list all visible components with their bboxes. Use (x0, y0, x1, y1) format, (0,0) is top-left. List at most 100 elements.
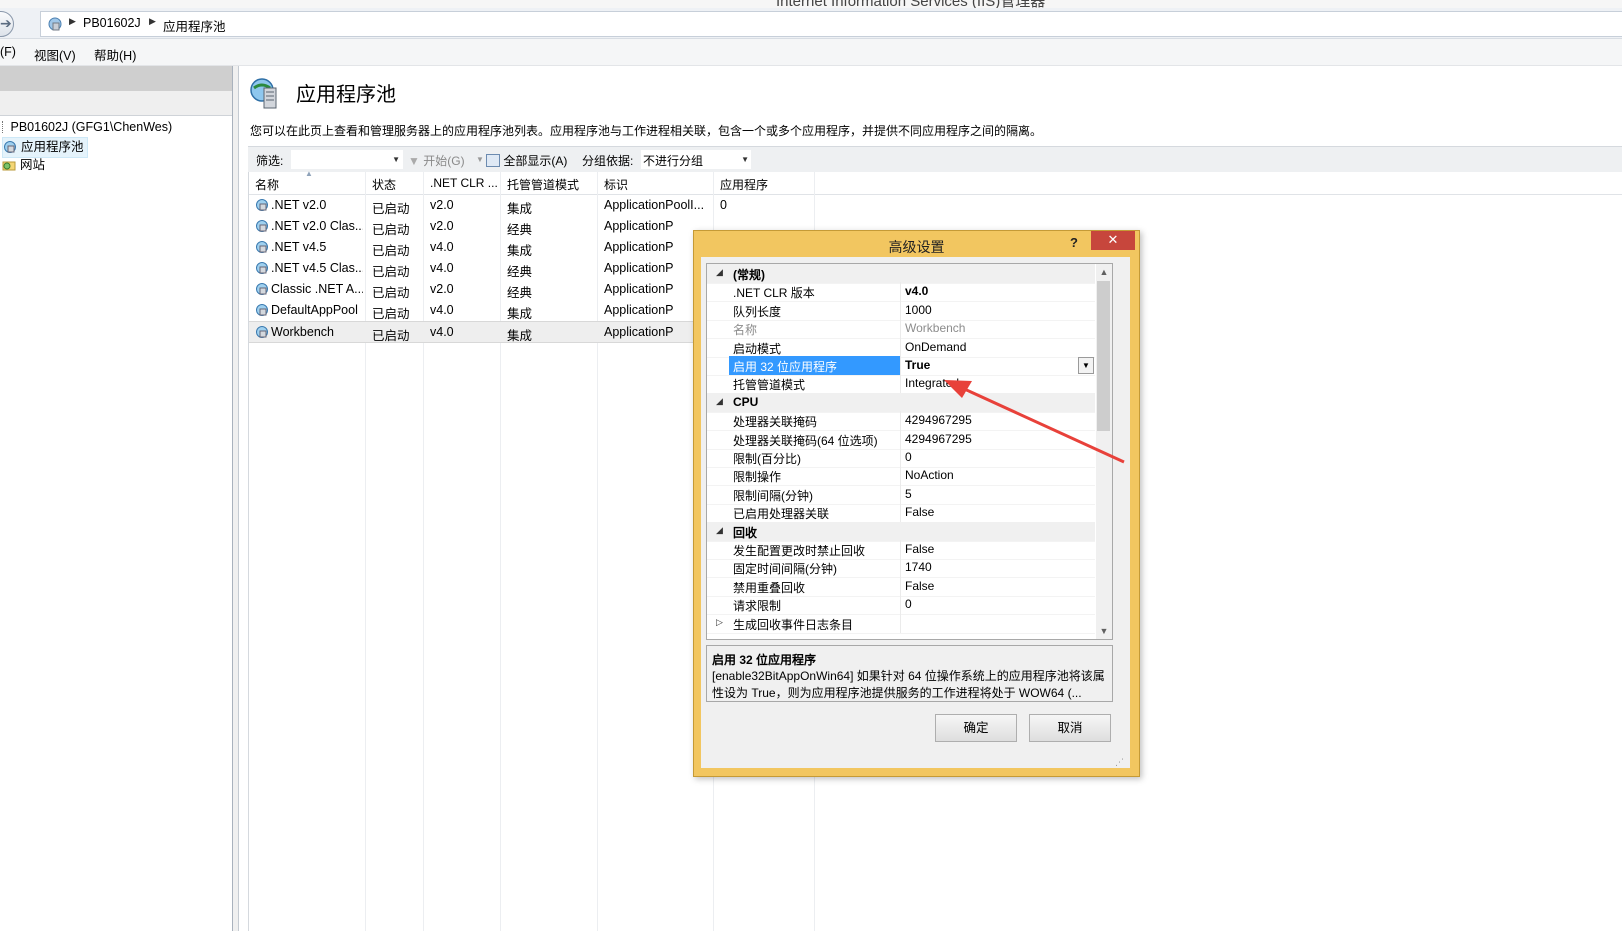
property-name: 固定时间间隔(分钟) (733, 562, 837, 577)
filter-start-button[interactable]: ▼ 开始(G) (408, 152, 465, 169)
property-scrollbar[interactable]: ▲ ▼ (1096, 264, 1112, 639)
description-text: [enable32BitAppOnWin64] 如果针对 64 位操作系统上的应… (712, 669, 1105, 700)
property-description: 启用 32 位应用程序 [enable32BitAppOnWin64] 如果针对… (706, 645, 1113, 702)
col-header-name[interactable]: 名称 (255, 176, 279, 193)
app-pool-icon (256, 241, 268, 253)
property-value[interactable]: 4294967295 (905, 432, 972, 446)
property-name: 发生配置更改时禁止回收 (733, 544, 866, 558)
property-row[interactable]: 启动模式 OnDemand (707, 337, 1095, 358)
app-pool-icon (4, 141, 16, 153)
cancel-button[interactable]: 取消 (1029, 714, 1111, 742)
table-cell: Classic .NET A... (271, 282, 363, 296)
property-value[interactable]: 1740 (905, 560, 932, 574)
group-by-select[interactable]: 不进行分组 ▼ (640, 149, 752, 170)
table-cell: 已启动 (372, 307, 410, 321)
property-row[interactable]: 处理器关联掩码 4294967295 (707, 411, 1095, 432)
connections-toolbar (0, 91, 232, 116)
property-row[interactable]: 处理器关联掩码(64 位选项) 4294967295 (707, 429, 1095, 450)
collapse-icon[interactable]: ◢ (716, 396, 723, 407)
tree-server-label: PB01602J (GFG1\ChenWes) (10, 120, 173, 134)
window-title-bar: Internet Information Services (IIS)管理器 (0, 0, 1622, 8)
property-row[interactable]: 名称 Workbench (707, 319, 1095, 340)
breadcrumb[interactable]: ▶ PB01602J ▶ 应用程序池 (40, 11, 1622, 37)
property-name: .NET CLR 版本 (733, 286, 815, 301)
menu-view[interactable]: 视图(V) (34, 45, 76, 64)
collapse-icon[interactable]: ◢ (716, 525, 723, 536)
col-header-identity[interactable]: 标识 (604, 176, 628, 193)
property-value[interactable]: True (905, 358, 930, 372)
scroll-up-icon[interactable]: ▲ (1096, 264, 1112, 280)
property-category[interactable]: ◢ (常规) (707, 264, 1095, 284)
col-header-applications[interactable]: 应用程序 (720, 176, 768, 193)
table-row[interactable]: .NET v2.0 已启动 v2.0 集成 ApplicationPoolI... 0 (249, 195, 814, 216)
menu-help[interactable]: 帮助(H) (94, 45, 136, 64)
show-all-button[interactable]: 全部显示(A) (486, 152, 567, 169)
property-row[interactable]: 发生配置更改时禁止回收 False (707, 540, 1095, 560)
col-header-pipeline[interactable]: 托管管道模式 (507, 176, 579, 193)
property-value[interactable]: v4.0 (905, 284, 928, 298)
page-description: 您可以在此页上查看和管理服务器上的应用程序池列表。应用程序池与工作进程相关联，包… (250, 124, 1043, 138)
help-button[interactable]: ? (1070, 235, 1078, 250)
property-row[interactable]: 请求限制 0 (707, 595, 1095, 616)
property-row[interactable]: 限制操作 NoAction (707, 466, 1095, 487)
property-value[interactable]: 4294967295 (905, 413, 972, 427)
table-cell: 已启动 (372, 202, 410, 216)
pane-splitter[interactable] (233, 66, 239, 931)
property-value[interactable]: Integrated (905, 376, 959, 390)
property-value[interactable]: 1000 (905, 303, 932, 317)
property-value[interactable]: 0 (905, 597, 912, 611)
col-header-clr[interactable]: .NET CLR ... (430, 176, 498, 190)
chevron-down-icon[interactable]: ▼ (1078, 357, 1094, 374)
close-button[interactable]: ✕ (1091, 231, 1135, 250)
property-category[interactable]: ◢ 回收 (707, 521, 1095, 542)
scroll-down-icon[interactable]: ▼ (1096, 623, 1112, 639)
column-divider (900, 466, 901, 486)
tree-item-sites[interactable]: 网站 (2, 156, 45, 175)
ok-button[interactable]: 确定 (935, 714, 1017, 742)
expand-icon[interactable]: ▷ (716, 617, 723, 628)
back-button[interactable]: ➔ (0, 11, 14, 37)
table-cell: .NET v4.5 (271, 240, 327, 254)
filter-input[interactable]: ▼ (290, 149, 404, 170)
collapse-icon[interactable]: ◢ (716, 267, 723, 278)
breadcrumb-server[interactable]: PB01602J (83, 16, 141, 30)
col-header-status[interactable]: 状态 (372, 176, 396, 193)
property-row[interactable]: 启用 32 位应用程序 True ▼ (707, 356, 1095, 376)
property-row[interactable]: .NET CLR 版本 v4.0 (707, 282, 1095, 303)
table-cell: .NET v2.0 (271, 198, 327, 212)
column-divider (900, 282, 901, 302)
property-row[interactable]: 已启用处理器关联 False (707, 503, 1095, 524)
property-value[interactable]: False (905, 579, 934, 593)
table-cell: 经典 (507, 286, 533, 300)
tree-item-server[interactable]: PB01602J (GFG1\ChenWes) (2, 118, 172, 137)
scrollbar-thumb[interactable] (1097, 281, 1110, 431)
property-row[interactable]: 托管管道模式 Integrated (707, 374, 1095, 395)
table-cell: v4.0 (430, 325, 454, 339)
menu-file[interactable]: (F) (0, 45, 16, 59)
property-value[interactable]: False (905, 505, 934, 519)
property-row[interactable]: 禁用重叠回收 False (707, 576, 1095, 597)
chevron-down-icon[interactable]: ▼ (476, 155, 484, 164)
app-pool-icon (250, 78, 277, 109)
property-value[interactable]: NoAction (905, 468, 954, 482)
resize-grip-icon[interactable]: ⋰ (1115, 757, 1124, 768)
property-value[interactable]: 0 (905, 450, 912, 464)
breadcrumb-app-pools[interactable]: 应用程序池 (163, 16, 226, 35)
property-category[interactable]: ◢ CPU (707, 392, 1095, 413)
property-row[interactable]: 限制间隔(分钟) 5 (707, 484, 1095, 505)
property-row[interactable]: ▷ 生成回收事件日志条目 (707, 613, 1095, 634)
connections-header (0, 66, 232, 91)
property-value[interactable]: OnDemand (905, 340, 966, 354)
tree-item-app-pools[interactable]: 应用程序池 (2, 137, 88, 158)
chevron-right-icon: ▶ (69, 16, 76, 26)
property-row[interactable]: 限制(百分比) 0 (707, 448, 1095, 468)
property-value[interactable]: 5 (905, 487, 912, 501)
app-pool-icon (256, 326, 268, 338)
property-row[interactable]: 固定时间间隔(分钟) 1740 (707, 558, 1095, 579)
property-name: 启动模式 (733, 341, 782, 356)
property-row[interactable]: 队列长度 1000 (707, 300, 1095, 321)
property-value[interactable]: False (905, 542, 934, 556)
column-divider (900, 595, 901, 615)
property-value[interactable]: Workbench (905, 321, 965, 335)
table-cell: 已启动 (372, 329, 410, 343)
